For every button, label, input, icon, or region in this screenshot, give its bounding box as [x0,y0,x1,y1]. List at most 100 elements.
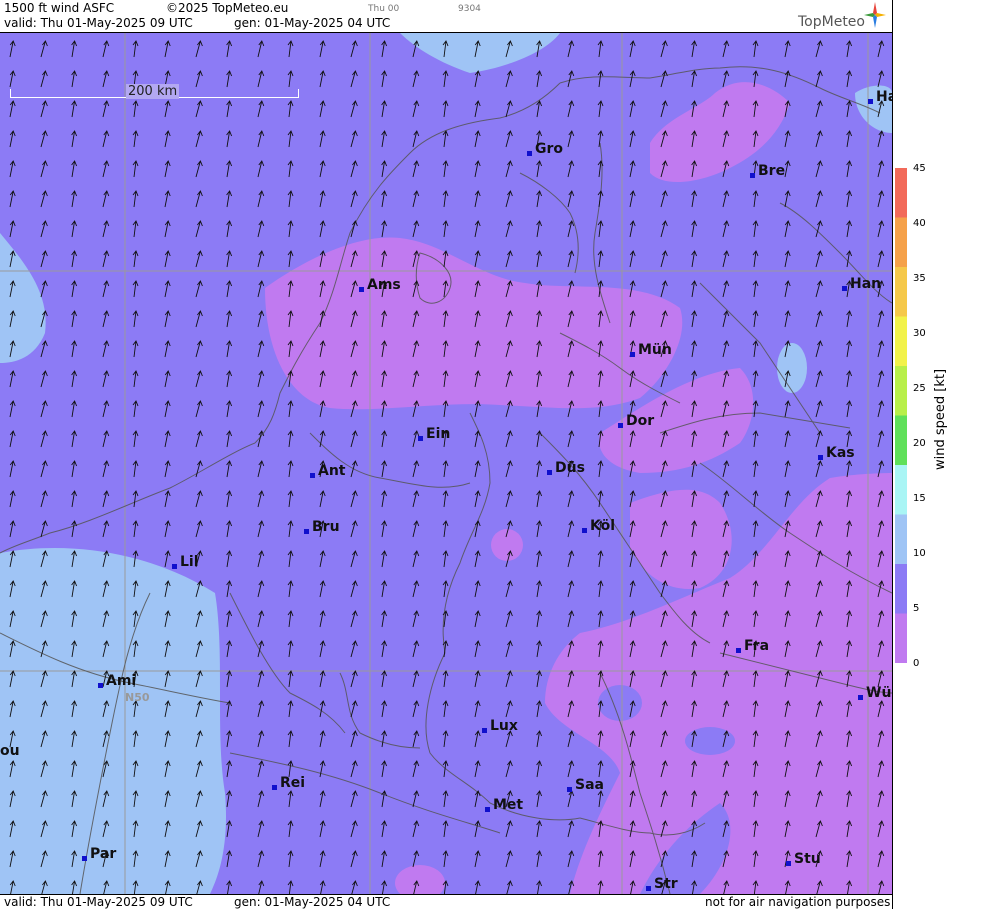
wind-arrow [287,460,294,478]
brand-name[interactable]: TopMeteo [798,14,865,30]
wind-arrow [258,880,265,894]
wind-arrow [536,70,543,88]
legend-tick-label: 40 [913,218,926,229]
wind-arrow [846,160,853,178]
copyright: ©2025 TopMeteo.eu [166,1,289,15]
wind-arrow [287,160,294,178]
wind-arrow [350,70,358,88]
wind-arrow [722,190,730,208]
city-label[interactable]: Wü [858,685,891,701]
wind-arrow [412,520,420,538]
wind-arrow [784,490,791,508]
city-label[interactable]: Ami [98,673,136,689]
city-label[interactable]: ou [0,743,20,759]
wind-arrow [132,430,139,448]
city-label[interactable]: Met [485,797,523,813]
wind-arrow [784,280,791,298]
wind-arrow [226,400,233,418]
city-label[interactable]: Rei [272,775,305,791]
city-label[interactable]: Düs [547,460,585,476]
city-label[interactable]: Han [842,276,881,292]
wind-arrow [164,40,171,58]
scale-bar-label: 200 km [126,84,180,99]
city-label[interactable]: Ha [868,89,892,105]
wind-arrow [257,490,265,508]
wind-arrow [846,100,853,118]
city-label[interactable]: Saa [567,777,604,793]
wind-arrow [40,100,48,118]
wind-arrow [505,610,513,628]
wind-arrow [722,280,730,298]
wind-arrow [474,160,481,178]
city-label[interactable]: Ant [310,463,346,479]
wind-arrow [505,490,513,508]
wind-arrow [567,820,575,838]
wind-arrow [102,430,110,448]
city-label[interactable]: Lux [482,718,518,734]
wind-arrow [40,220,48,238]
city-label[interactable]: Kas [818,445,855,461]
wind-arrow [536,160,543,178]
wind-arrow [9,520,16,538]
city-label[interactable]: Stu [786,851,821,867]
legend-tick-label: 15 [913,493,926,504]
city-label[interactable]: Gro [527,141,563,157]
wind-arrow [40,160,48,178]
wind-arrow [319,850,326,868]
wind-arrow [287,40,294,58]
wind-arrow [257,340,265,358]
wind-arrow [784,190,791,208]
wind-arrow [536,670,543,688]
wind-arrow [815,160,823,178]
wind-arrow [257,370,265,388]
city-label[interactable]: Str [646,876,678,892]
wind-arrow [474,220,481,238]
wind-arrow [9,190,16,208]
wind-arrow [319,820,326,838]
wind-arrow [536,100,543,118]
wind-arrow [350,490,358,508]
wind-arrow [846,310,853,328]
wind-arrow [505,190,513,208]
wind-arrow [784,460,791,478]
city-label[interactable]: Mün [630,342,672,358]
wind-arrow [474,820,481,838]
wind-arrow [536,640,543,658]
wind-arrow [412,730,420,748]
wind-arrow [752,430,759,448]
wind-arrow [629,160,636,178]
wind-arrow [226,250,233,268]
wind-arrow [381,730,388,748]
wind-arrow [442,490,449,508]
wind-arrow [9,160,16,178]
city-label[interactable]: Lil [172,554,199,570]
wind-arrow [287,790,294,808]
wind-arrow [40,130,48,148]
wind-arrow [71,310,78,328]
wind-arrow [567,580,575,598]
wind-arrow [71,400,78,418]
wind-arrow [536,880,543,894]
wind-arrow [226,100,233,118]
wind-arrow [226,430,233,448]
wind-arrow [567,160,575,178]
city-label[interactable]: Fra [736,638,769,654]
city-label[interactable]: Köl [582,518,615,534]
wind-map[interactable]: 200 km N50 Gro Bre Ha Ams Han Mün Ein Do… [0,33,892,894]
wind-arrow [784,250,791,268]
wind-arrow [257,280,265,298]
wind-arrow [536,400,543,418]
wind-arrow [536,250,543,268]
wind-arrow [350,610,358,628]
wind-arrow [102,370,110,388]
wind-arrow [784,220,791,238]
city-label[interactable]: Bru [304,519,340,535]
city-label[interactable]: Dor [618,413,654,429]
wind-arrow [287,550,294,568]
wind-arrow [226,190,233,208]
city-label[interactable]: Bre [750,163,785,179]
city-label[interactable]: Ams [359,277,401,293]
city-label[interactable]: Ein [418,426,450,442]
wind-arrow [815,130,823,148]
city-label[interactable]: Par [82,846,116,862]
